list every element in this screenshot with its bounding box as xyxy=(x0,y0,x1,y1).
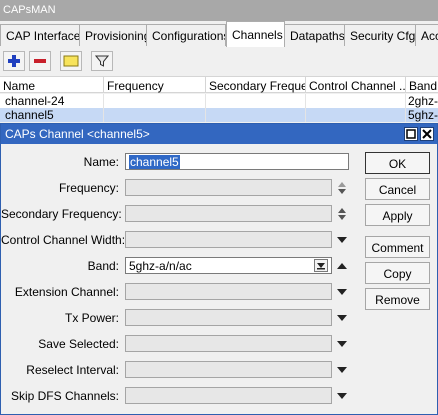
dropdown-arrow-icon[interactable] xyxy=(336,365,348,375)
expand-collapse-icon[interactable] xyxy=(336,181,348,195)
filter-icon xyxy=(95,55,109,67)
reselect-interval-label: Reselect Interval: xyxy=(26,363,119,377)
column-frequency[interactable]: Frequency xyxy=(104,77,206,93)
column-name[interactable]: Name xyxy=(0,77,104,93)
extension-channel-select[interactable] xyxy=(125,283,332,300)
tab-channels[interactable]: Channels xyxy=(226,21,285,47)
reselect-interval-input[interactable] xyxy=(125,361,332,378)
channel-dialog: CAPs Channel <channel5> Name: channel5 F… xyxy=(0,123,438,415)
band-dropdown-button[interactable] xyxy=(314,259,328,272)
maximize-button[interactable] xyxy=(404,127,418,141)
dialog-title: CAPs Channel <channel5> xyxy=(5,127,150,141)
dropdown-arrow-icon[interactable] xyxy=(336,339,348,349)
skip-dfs-channels-label: Skip DFS Channels: xyxy=(10,389,119,403)
remove-icon xyxy=(34,59,46,63)
add-button[interactable] xyxy=(3,51,25,71)
band-select[interactable]: 5ghz-a/n/ac xyxy=(125,257,332,274)
cell-secondary-frequency xyxy=(206,108,306,122)
cell-name: channel-24 xyxy=(0,94,104,108)
table-header: Name Frequency Secondary Freque... Contr… xyxy=(0,76,438,93)
remove-button[interactable] xyxy=(29,51,51,71)
name-label: Name: xyxy=(83,155,119,169)
window-title: CAPsMAN xyxy=(0,0,438,21)
dropdown-arrow-icon[interactable] xyxy=(336,235,348,245)
copy-button[interactable]: Copy xyxy=(365,262,430,284)
table-row[interactable]: channel-24 2ghz-b xyxy=(0,94,438,108)
close-button[interactable] xyxy=(420,127,434,141)
table-row-selected[interactable]: channel5 5ghz-a xyxy=(0,108,438,122)
ok-button[interactable]: OK xyxy=(365,152,430,174)
maximize-icon xyxy=(406,129,416,139)
extension-channel-label: Extension Channel: xyxy=(14,285,119,299)
collapse-arrow-icon[interactable] xyxy=(336,261,348,271)
band-label: Band: xyxy=(87,259,119,273)
frequency-label: Frequency: xyxy=(58,181,119,195)
dropdown-arrow-icon[interactable] xyxy=(336,313,348,323)
cell-band: 2ghz-b xyxy=(408,94,438,108)
tab-configurations[interactable]: Configurations xyxy=(146,24,226,46)
add-icon xyxy=(8,55,20,67)
save-selected-select[interactable] xyxy=(125,335,332,352)
tab-access[interactable]: Acc xyxy=(415,24,438,46)
comment-icon xyxy=(63,55,79,67)
comment-button[interactable]: Comment xyxy=(365,236,430,258)
dropdown-arrow-icon xyxy=(317,263,325,270)
band-value: 5ghz-a/n/ac xyxy=(129,259,192,273)
dropdown-arrow-icon[interactable] xyxy=(336,287,348,297)
comment-button[interactable] xyxy=(60,51,82,71)
expand-collapse-icon[interactable] xyxy=(336,207,348,221)
tab-security-cfg[interactable]: Security Cfg. xyxy=(344,24,416,46)
cell-frequency xyxy=(104,94,206,108)
control-channel-width-select[interactable] xyxy=(125,231,332,248)
column-control-channel[interactable]: Control Channel ... xyxy=(306,77,406,93)
secondary-frequency-label: Secondary Frequency: xyxy=(1,207,122,221)
cell-control-channel xyxy=(306,108,406,122)
control-channel-width-label: Control Channel Width: xyxy=(1,233,126,247)
apply-button[interactable]: Apply xyxy=(365,204,430,226)
tab-bar: CAP Interface Provisioning Configuration… xyxy=(0,21,438,47)
cell-band: 5ghz-a xyxy=(408,108,438,122)
filter-button[interactable] xyxy=(91,51,113,71)
skip-dfs-channels-select[interactable] xyxy=(125,387,332,404)
remove-button[interactable]: Remove xyxy=(365,288,430,310)
cancel-button[interactable]: Cancel xyxy=(365,178,430,200)
name-input[interactable]: channel5 xyxy=(125,153,349,170)
save-selected-label: Save Selected: xyxy=(38,337,119,351)
cell-control-channel xyxy=(306,94,406,108)
column-band[interactable]: Band xyxy=(406,77,438,93)
tab-provisioning[interactable]: Provisioning xyxy=(79,24,147,46)
frequency-input[interactable] xyxy=(125,179,332,196)
tx-power-input[interactable] xyxy=(125,309,332,326)
toolbar xyxy=(0,47,438,75)
close-icon xyxy=(422,129,432,139)
tab-datapaths[interactable]: Datapaths xyxy=(284,24,345,46)
cell-name: channel5 xyxy=(0,108,104,122)
cell-frequency xyxy=(104,108,206,122)
secondary-frequency-input[interactable] xyxy=(125,205,332,222)
column-secondary-frequency[interactable]: Secondary Freque... xyxy=(206,77,306,93)
tab-cap-interface[interactable]: CAP Interface xyxy=(0,24,80,46)
dialog-title-bar[interactable]: CAPs Channel <channel5> xyxy=(1,124,437,144)
dropdown-arrow-icon[interactable] xyxy=(336,391,348,401)
cell-secondary-frequency xyxy=(206,94,306,108)
tx-power-label: Tx Power: xyxy=(64,311,119,325)
